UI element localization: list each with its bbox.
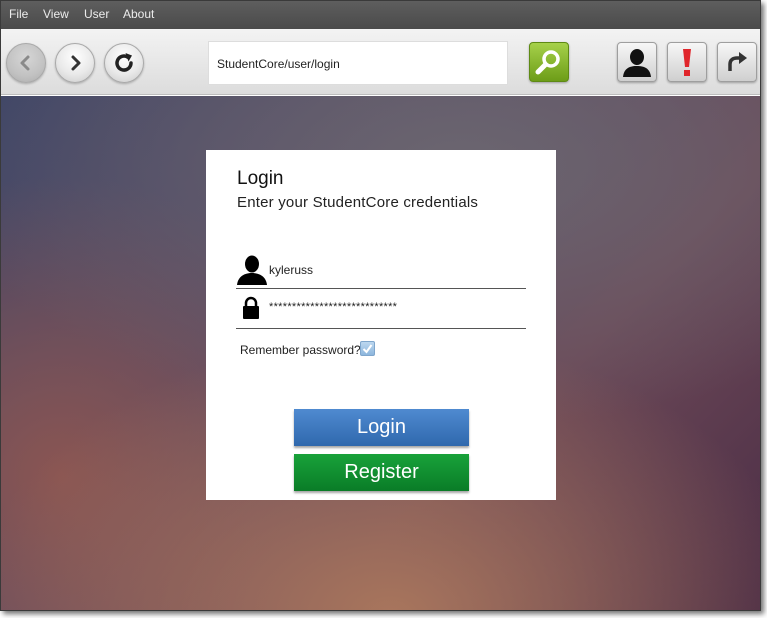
menu-about[interactable]: About: [123, 7, 154, 21]
app-window: File View User About StudentCore/user/lo…: [0, 0, 761, 611]
share-button[interactable]: [717, 42, 757, 82]
user-icon: [237, 255, 267, 285]
forward-button[interactable]: [55, 43, 95, 83]
password-field[interactable]: ****************************: [236, 290, 526, 329]
menu-file[interactable]: File: [9, 7, 28, 21]
username-value: kyleruss: [269, 263, 314, 277]
reload-button[interactable]: [104, 43, 144, 83]
alert-button[interactable]: [667, 42, 707, 82]
refresh-icon: [115, 53, 133, 72]
login-title: Login: [237, 168, 284, 189]
login-card: Login Enter your StudentCore credentials…: [206, 150, 556, 500]
chevron-left-icon: [20, 55, 30, 71]
alert-icon: [683, 49, 691, 76]
menu-user[interactable]: User: [84, 7, 109, 21]
menu-bar: File View User About: [1, 1, 760, 29]
search-button[interactable]: [529, 42, 569, 82]
content-area: Login Enter your StudentCore credentials…: [1, 96, 760, 610]
menu-view[interactable]: View: [43, 7, 69, 21]
address-bar[interactable]: StudentCore/user/login: [208, 41, 508, 85]
remember-password-label: Remember password?: [240, 343, 361, 357]
login-button[interactable]: Login: [294, 409, 469, 446]
username-field[interactable]: kyleruss: [236, 250, 526, 289]
lock-icon: [243, 296, 259, 319]
user-button[interactable]: [617, 42, 657, 82]
checkmark-icon: [362, 344, 373, 354]
search-icon: [535, 50, 560, 75]
register-button[interactable]: Register: [294, 454, 469, 491]
chevron-right-icon: [71, 55, 81, 71]
back-button[interactable]: [6, 43, 46, 83]
remember-password-checkbox[interactable]: [360, 341, 375, 356]
share-arrow-icon: [728, 52, 747, 71]
password-value: ****************************: [269, 301, 398, 313]
user-icon: [623, 49, 651, 77]
toolbar: StudentCore/user/login: [1, 29, 760, 95]
login-subtitle: Enter your StudentCore credentials: [237, 194, 479, 211]
